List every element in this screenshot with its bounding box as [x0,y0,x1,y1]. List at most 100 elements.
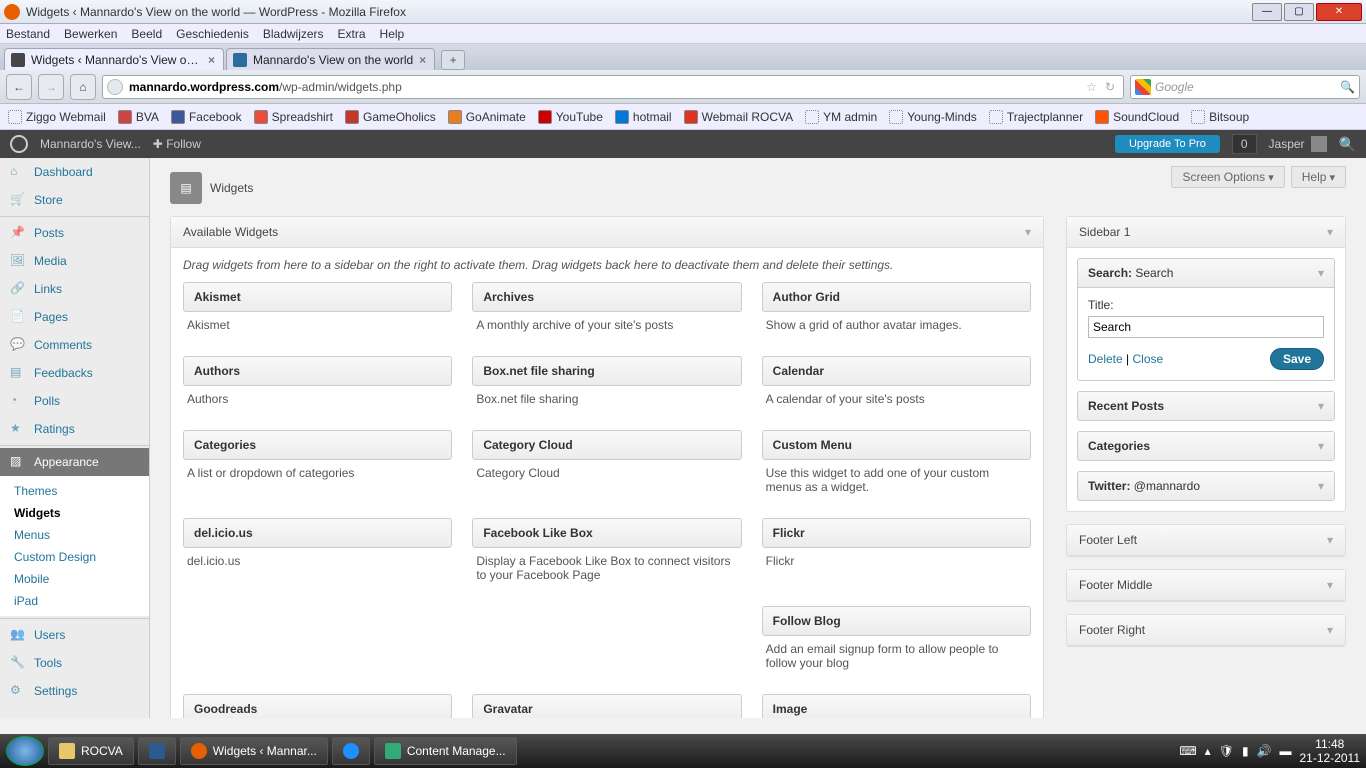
menu-bladwijzers[interactable]: Bladwijzers [263,27,324,41]
available-widget[interactable]: Follow BlogAdd an email signup form to a… [762,606,1031,684]
menu-extra[interactable]: Extra [338,27,366,41]
menu-feedbacks[interactable]: ▤Feedbacks [0,359,149,387]
menu-comments[interactable]: 💬Comments [0,331,149,359]
tab-1[interactable]: Mannardo's View on the world × [226,48,435,70]
footer-right-panel[interactable]: Footer Right▾ [1066,614,1346,647]
menu-bestand[interactable]: Bestand [6,27,50,41]
bookmark-item[interactable]: Webmail ROCVA [684,110,794,124]
available-widget[interactable]: ArchivesA monthly archive of your site's… [472,282,741,346]
screen-options-button[interactable]: Screen Options ▾ [1171,166,1284,188]
submenu-ipad[interactable]: iPad [0,590,149,612]
submenu-mobile[interactable]: Mobile [0,568,149,590]
taskbar-clock[interactable]: 11:4821-12-2011 [1300,737,1361,766]
available-widget[interactable]: GravatarInsert a Gravatar image [472,694,741,718]
available-widget[interactable]: AuthorsAuthors [183,356,452,420]
menu-dashboard[interactable]: ⌂Dashboard [0,158,149,186]
menu-users[interactable]: 👥Users [0,621,149,649]
bookmark-item[interactable]: YouTube [538,110,603,124]
system-tray[interactable]: ⌨ ▴ 🛡 ▮ 🔊 ▬ 11:4821-12-2011 [1179,737,1360,766]
bookmark-item[interactable]: Spreadshirt [254,110,333,124]
sidebar-1-header[interactable]: Sidebar 1▾ [1067,217,1345,248]
widget-categories[interactable]: Categories▾ [1077,431,1335,461]
menu-help[interactable]: Help [380,27,405,41]
new-tab-button[interactable]: + [441,50,465,70]
taskbar-item[interactable]: ROCVA [48,737,134,765]
menu-posts[interactable]: 📌Posts [0,219,149,247]
notifications-badge[interactable]: 0 [1232,134,1257,154]
available-widget[interactable]: Category CloudCategory Cloud [472,430,741,508]
available-widget[interactable]: AkismetAkismet [183,282,452,346]
menu-polls[interactable]: ◔Polls [0,387,149,415]
submenu-custom-design[interactable]: Custom Design [0,546,149,568]
menu-tools[interactable]: 🔧Tools [0,649,149,677]
search-input[interactable]: Google 🔍 [1130,75,1360,99]
bookmark-item[interactable]: Ziggo Webmail [8,110,106,124]
bookmark-item[interactable]: Facebook [171,110,242,124]
menu-bewerken[interactable]: Bewerken [64,27,117,41]
taskbar-item[interactable]: Widgets ‹ Mannar... [180,737,328,765]
delete-link[interactable]: Delete [1088,352,1123,366]
bookmark-star-icon[interactable]: ☆ [1086,80,1097,94]
menu-beeld[interactable]: Beeld [131,27,162,41]
back-button[interactable]: ← [6,74,32,100]
adminbar-search-icon[interactable]: 🔍 [1339,136,1356,153]
footer-left-panel[interactable]: Footer Left▾ [1066,524,1346,557]
bookmark-item[interactable]: BVA [118,110,159,124]
tray-shield-icon[interactable]: 🛡 [1219,744,1234,758]
submenu-menus[interactable]: Menus [0,524,149,546]
minimize-button[interactable]: — [1252,3,1282,21]
tray-volume-icon[interactable]: 🔊 [1257,744,1272,758]
close-link[interactable]: Close [1132,352,1163,366]
available-widgets-header[interactable]: Available Widgets▾ [171,217,1043,248]
bookmark-item[interactable]: GoAnimate [448,110,526,124]
tray-chevron-icon[interactable]: ▴ [1205,744,1211,758]
close-button[interactable]: ✕ [1316,3,1362,21]
site-name[interactable]: Mannardo's View... [40,137,141,151]
follow-button[interactable]: ✚ Follow [153,137,201,151]
menu-media[interactable]: 🖼Media [0,247,149,275]
available-widget[interactable]: Custom MenuUse this widget to add one of… [762,430,1031,508]
available-widget[interactable]: CalendarA calendar of your site's posts [762,356,1031,420]
bookmark-item[interactable]: GameOholics [345,110,436,124]
available-widget[interactable]: FlickrFlickr [762,518,1031,596]
save-button[interactable]: Save [1270,348,1324,370]
bookmark-item[interactable]: Young-Minds [889,110,977,124]
available-widget[interactable]: GoodreadsDisplay your books from Goodrea… [183,694,452,718]
footer-middle-panel[interactable]: Footer Middle▾ [1066,569,1346,602]
tray-icon[interactable]: ⌨ [1179,744,1196,758]
menu-store[interactable]: 🛒Store [0,186,149,214]
available-widget[interactable]: Box.net file sharingBox.net file sharing [472,356,741,420]
bookmark-item[interactable]: Bitsoup [1191,110,1249,124]
menu-pages[interactable]: 📄Pages [0,303,149,331]
available-widget[interactable]: ImageDisplay an image in your sidebar [762,694,1031,718]
menu-ratings[interactable]: ★Ratings [0,415,149,443]
widget-search-header[interactable]: Search: Search▾ [1077,258,1335,288]
menu-geschiedenis[interactable]: Geschiedenis [176,27,249,41]
menu-settings[interactable]: ⚙Settings [0,677,149,705]
widget-twitter[interactable]: Twitter: @mannardo▾ [1077,471,1335,501]
start-button[interactable] [6,736,44,766]
url-input[interactable]: mannardo.wordpress.com/wp-admin/widgets.… [102,75,1124,99]
user-menu[interactable]: Jasper [1269,136,1327,152]
taskbar-item[interactable]: Content Manage... [374,737,517,765]
home-button[interactable]: ⌂ [70,74,96,100]
widget-title-input[interactable] [1088,316,1324,338]
help-button[interactable]: Help ▾ [1291,166,1346,188]
upgrade-button[interactable]: Upgrade To Pro [1115,135,1220,153]
widget-recent-posts[interactable]: Recent Posts▾ [1077,391,1335,421]
submenu-themes[interactable]: Themes [0,480,149,502]
tray-network-icon[interactable]: ▬ [1280,744,1292,758]
tab-close-icon[interactable]: × [419,53,426,67]
bookmark-item[interactable]: hotmail [615,110,672,124]
taskbar-item[interactable] [332,737,370,765]
forward-button[interactable]: → [38,74,64,100]
reload-icon[interactable]: ↻ [1105,80,1115,94]
taskbar-item[interactable] [138,737,176,765]
maximize-button[interactable]: ▢ [1284,3,1314,21]
bookmark-item[interactable]: YM admin [805,110,877,124]
available-widget[interactable]: Author GridShow a grid of author avatar … [762,282,1031,346]
tab-close-icon[interactable]: × [208,53,215,67]
wordpress-logo-icon[interactable] [10,135,28,153]
available-widget[interactable]: CategoriesA list or dropdown of categori… [183,430,452,508]
available-widget[interactable]: Facebook Like BoxDisplay a Facebook Like… [472,518,741,596]
